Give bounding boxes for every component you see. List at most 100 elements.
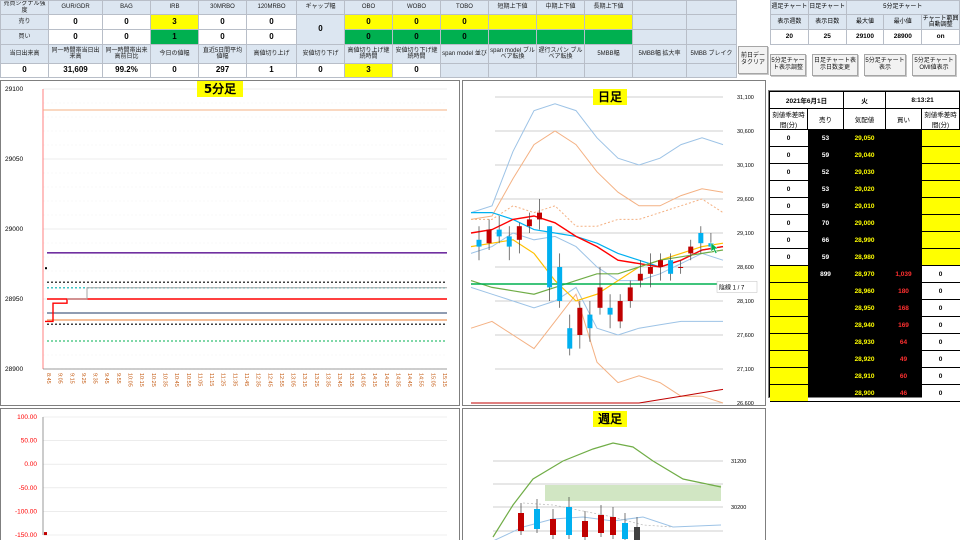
grey-step xyxy=(67,287,447,300)
x-tick-label: 14:45 xyxy=(406,373,412,387)
board-buy-row: 28,930 64 0 xyxy=(769,333,960,351)
candle-body xyxy=(637,273,643,281)
daily-chart: 31,100 30,600 30,100 29,600 29,100 28,600 28,1… xyxy=(470,95,758,407)
stat-value: 99.2% xyxy=(102,63,151,78)
conversion-line xyxy=(470,239,724,302)
show-5min-button[interactable]: 5分足チャート表示 xyxy=(864,54,906,76)
days-input[interactable]: 25 xyxy=(807,29,847,45)
sell-time: 0 xyxy=(769,214,808,232)
buy-qty: 46 xyxy=(885,384,922,402)
buy-qty: 169 xyxy=(885,316,922,334)
y-tick-label: -50.00 xyxy=(19,485,38,492)
stat-header: 安値切り下げ継続時間 xyxy=(392,44,441,64)
stat-value: 0 xyxy=(392,63,441,78)
weeks-label: 表示週数 xyxy=(770,14,809,30)
board-sell-row: 0 70 29,000 xyxy=(769,214,960,232)
stat-header: 同一時間帯出来高前日比 xyxy=(102,44,151,64)
x-tick-label: 14:05 xyxy=(359,373,365,387)
board-buy-row: 28,950 168 0 xyxy=(769,299,960,317)
board-buy-row: 28,920 49 0 xyxy=(769,350,960,368)
candle-body xyxy=(622,523,628,539)
y-tick-label: -150.00 xyxy=(15,532,37,539)
buy-time: 0 xyxy=(921,367,960,385)
signal-header: ギャップ幅 xyxy=(296,0,345,15)
stat-value: 0 xyxy=(0,63,49,78)
y-tick-label: 31200 xyxy=(731,459,746,465)
5min-chart: 29100 29050 29000 28950 28900 8:45 9:05 9:15 9:2… xyxy=(5,86,447,387)
sell-time: 0 xyxy=(769,163,808,181)
candle-body xyxy=(587,314,593,329)
buy-price: 28,910 xyxy=(843,367,886,385)
stat-value: 297 xyxy=(198,63,247,78)
x-tick-label: 13:05 xyxy=(290,373,296,387)
clear-data-button[interactable]: 前日データクリア xyxy=(738,46,768,74)
stat-header: 安値切り下げ xyxy=(296,44,345,64)
stat-value: 0 xyxy=(296,63,345,78)
min-input[interactable]: 28900 xyxy=(883,29,923,45)
signal-value: 0 xyxy=(440,29,489,45)
candle-body xyxy=(607,307,613,315)
candle-body xyxy=(526,219,532,227)
x-tick-label: 13:25 xyxy=(313,373,319,387)
stat-header: 直近5日間平均値幅 xyxy=(198,44,247,64)
weekly-chart-header: 週足チャート xyxy=(770,0,809,15)
daily-days-change-button[interactable]: 日足チャート表示日数変更 xyxy=(812,54,858,76)
x-tick-label: 8:45 xyxy=(45,373,51,384)
osc-point xyxy=(44,532,47,536)
omit-5min-button[interactable]: 5分足チャートOMI値表示 xyxy=(912,54,956,76)
candle-body xyxy=(668,260,674,274)
candle-body xyxy=(516,226,522,240)
signal-header: 中期上下値 xyxy=(536,0,585,15)
gap-value: 0 xyxy=(296,14,345,45)
max-input[interactable]: 29100 xyxy=(845,29,885,45)
x-tick-label: 14:25 xyxy=(383,373,389,387)
candle-body xyxy=(534,509,540,529)
candle-body xyxy=(582,521,588,537)
signal-header: 120MRBO xyxy=(246,0,297,15)
buy-label: 買い xyxy=(0,29,49,45)
buy-qty: 64 xyxy=(885,333,922,351)
signal-header: 短期上下値 xyxy=(488,0,537,15)
candle-body xyxy=(518,513,524,531)
stat-value: 31,609 xyxy=(48,63,103,78)
app-window: 売買シグナル強度 GUR/GDR BAG IRB 30MRBO 120MRBO … xyxy=(0,0,960,540)
candle-body xyxy=(577,307,583,335)
signal-value: 0 xyxy=(440,14,489,30)
candle-body xyxy=(496,229,502,237)
board-sell-row: 0 66 28,990 xyxy=(769,231,960,249)
adjust-5min-button[interactable]: 5分足チャート表示調整 xyxy=(770,54,806,76)
stat-header: 5MBB ブレイク xyxy=(686,44,737,64)
x-tick-label: 9:15 xyxy=(68,373,74,384)
sell-qty: 52 xyxy=(807,163,844,181)
sell-qty: 66 xyxy=(807,231,844,249)
x-tick-label: 11:05 xyxy=(196,373,202,386)
board-buy-row: 28,960 180 0 xyxy=(769,282,960,300)
x-tick-label: 9:55 xyxy=(115,373,121,384)
buy-time: 0 xyxy=(921,333,960,351)
buy-qty: 168 xyxy=(885,299,922,317)
board-sell-row: 0 59 29,010 xyxy=(769,197,960,215)
x-tick-label: 10:45 xyxy=(173,373,179,387)
signal-value: 0 xyxy=(344,29,393,45)
signal-header: 30MRBO xyxy=(198,0,247,15)
buy-qty: 49 xyxy=(885,350,922,368)
x-tick-label: 11:45 xyxy=(243,373,249,386)
y-tick-label: 27,600 xyxy=(737,333,754,339)
weeks-input[interactable]: 20 xyxy=(770,29,809,45)
autoscale-toggle[interactable]: on xyxy=(921,29,960,45)
x-tick-label: 14:35 xyxy=(394,373,400,387)
mid-buy-qty: 1,039 xyxy=(885,265,922,283)
stat-header: 遅行スパン ブルベア転換 xyxy=(536,44,585,64)
buy-time: 0 xyxy=(921,282,960,300)
x-tick-label: 11:25 xyxy=(220,373,226,386)
sell-price: 28,990 xyxy=(843,231,886,249)
x-tick-label: 9:05 xyxy=(57,373,63,384)
y-tick-label: 30200 xyxy=(731,505,746,511)
base-line xyxy=(470,249,724,295)
board-buy-row: 28,900 46 0 xyxy=(769,384,960,402)
sell-time: 0 xyxy=(769,248,808,266)
y-tick-label: 28,600 xyxy=(737,265,754,271)
weekly-mid-line xyxy=(493,516,722,540)
candle-body xyxy=(486,229,492,244)
x-tick-label: 10:55 xyxy=(185,373,191,387)
